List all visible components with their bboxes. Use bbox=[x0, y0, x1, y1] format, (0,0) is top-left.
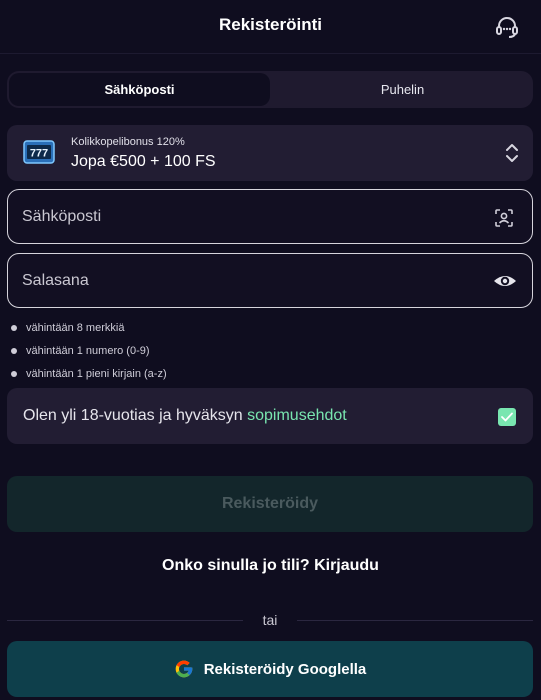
bullet-icon bbox=[11, 347, 17, 354]
terms-label: Olen yli 18-vuotias ja hyväksyn bbox=[23, 407, 248, 424]
bonus-value: Jopa €500 + 100 FS bbox=[71, 153, 216, 170]
terms-agreement: Olen yli 18-vuotias ja hyväksyn sopimuse… bbox=[7, 388, 533, 444]
google-icon bbox=[175, 660, 193, 678]
or-divider: tai bbox=[7, 612, 533, 628]
svg-text:777: 777 bbox=[30, 148, 48, 160]
tab-email[interactable]: Sähköposti bbox=[9, 73, 270, 106]
password-rule-text: vähintään 8 merkkiä bbox=[26, 321, 125, 334]
password-rules: vähintään 8 merkkiä vähintään 1 numero (… bbox=[11, 316, 167, 385]
contact-scan-icon[interactable] bbox=[494, 208, 514, 228]
chevron-up-down-icon bbox=[506, 144, 518, 162]
divider-line bbox=[297, 620, 533, 621]
login-prompt-text: Onko sinulla jo tili? bbox=[162, 557, 315, 574]
headset-icon[interactable] bbox=[494, 14, 520, 40]
terms-text: Olen yli 18-vuotias ja hyväksyn sopimuse… bbox=[23, 407, 347, 425]
email-input[interactable] bbox=[22, 190, 482, 243]
terms-checkbox[interactable] bbox=[498, 408, 516, 426]
login-link[interactable]: Kirjaudu bbox=[314, 557, 379, 574]
bullet-icon bbox=[11, 370, 17, 377]
google-register-button[interactable]: Rekisteröidy Googlella bbox=[7, 641, 533, 697]
eye-icon[interactable] bbox=[493, 271, 517, 291]
register-button[interactable]: Rekisteröidy bbox=[7, 476, 533, 532]
login-prompt: Onko sinulla jo tili? Kirjaudu bbox=[0, 557, 541, 575]
checkmark-icon bbox=[501, 412, 513, 422]
tab-phone[interactable]: Puhelin bbox=[272, 71, 533, 108]
email-field-container bbox=[7, 189, 533, 244]
password-rule-text: vähintään 1 numero (0-9) bbox=[26, 344, 150, 357]
google-button-label: Rekisteröidy Googlella bbox=[203, 660, 367, 678]
password-rule: vähintään 1 numero (0-9) bbox=[11, 339, 167, 362]
bullet-icon bbox=[11, 324, 17, 331]
bonus-label: Kolikkopelibonus 120% bbox=[71, 136, 185, 148]
bonus-selector[interactable]: 777 Kolikkopelibonus 120% Jopa €500 + 10… bbox=[7, 125, 533, 181]
password-rule: vähintään 1 pieni kirjain (a-z) bbox=[11, 362, 167, 385]
password-input[interactable] bbox=[22, 254, 482, 307]
header: Rekisteröinti bbox=[0, 0, 541, 54]
registration-method-tabs: Sähköposti Puhelin bbox=[7, 71, 533, 108]
password-field-container bbox=[7, 253, 533, 308]
terms-link[interactable]: sopimusehdot bbox=[247, 407, 347, 424]
password-rule: vähintään 8 merkkiä bbox=[11, 316, 167, 339]
password-rule-text: vähintään 1 pieni kirjain (a-z) bbox=[26, 367, 167, 380]
slot-machine-777-icon: 777 bbox=[23, 140, 55, 164]
page-title: Rekisteröinti bbox=[219, 15, 322, 34]
